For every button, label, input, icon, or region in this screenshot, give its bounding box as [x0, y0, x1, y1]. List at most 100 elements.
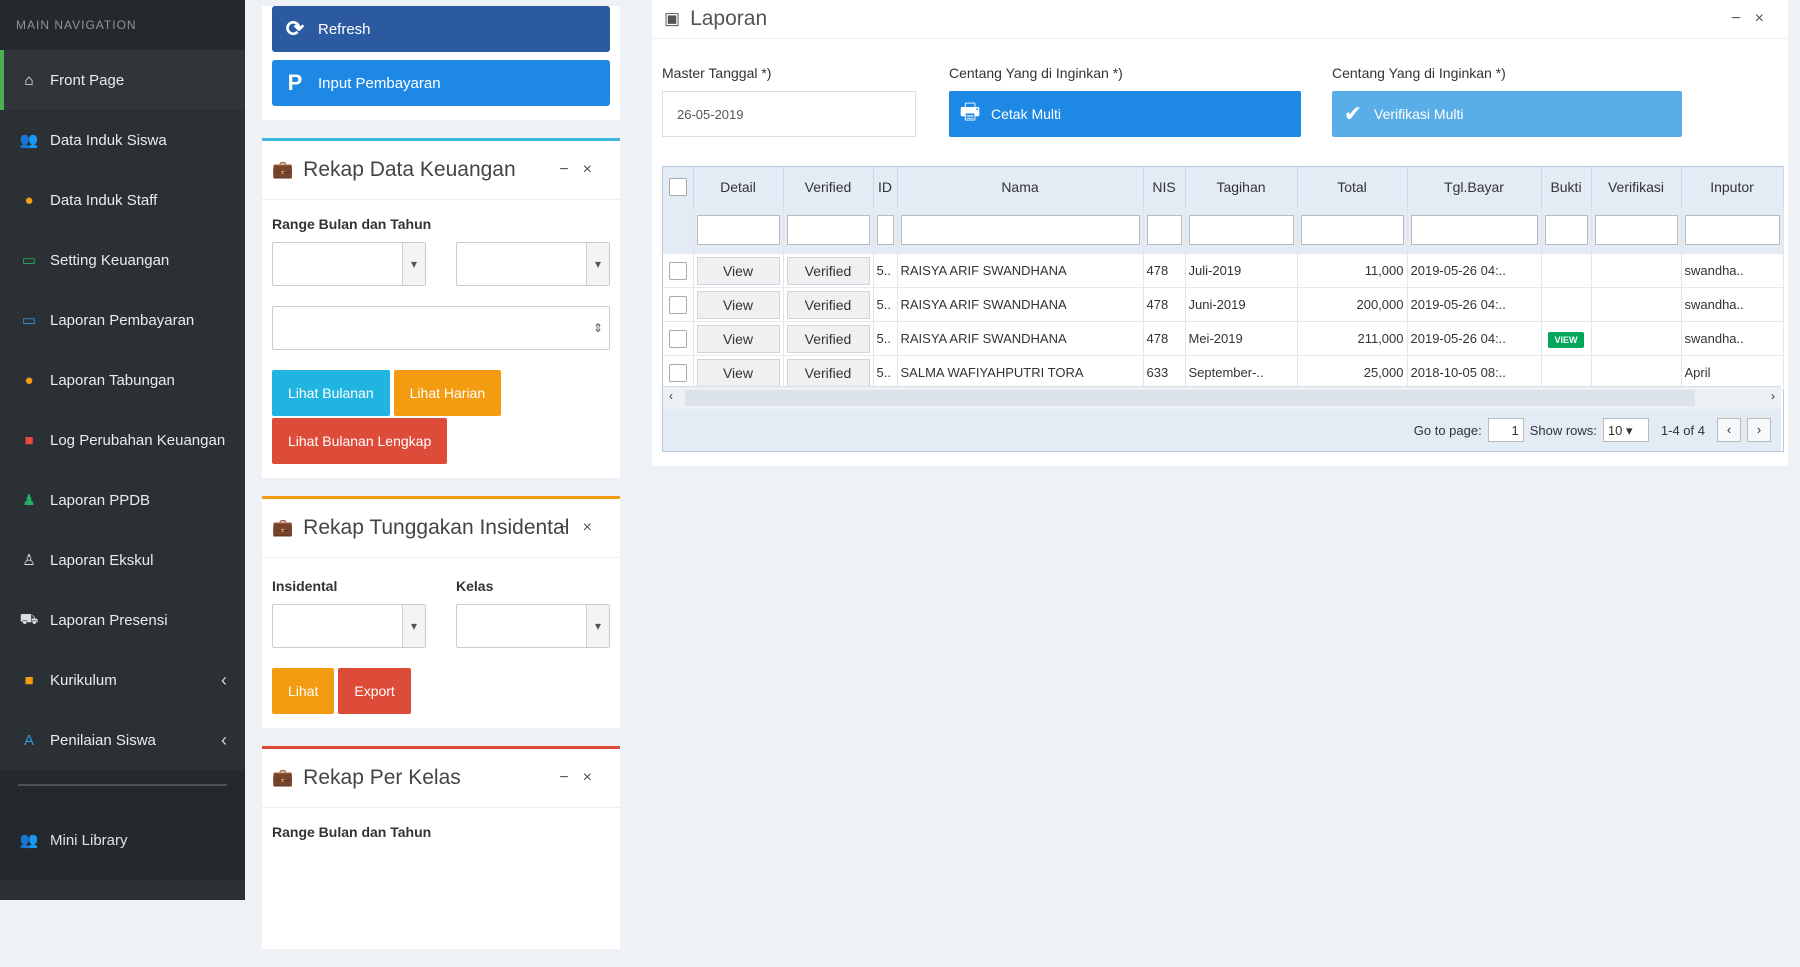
sidebar-item-data-induk-siswa[interactable]: 👥 Data Induk Siswa — [0, 110, 245, 170]
column-header-detail[interactable]: Detail — [693, 167, 784, 207]
show-rows-label: Show rows: — [1529, 422, 1597, 438]
sidebar-item-penilaian-siswa[interactable]: A Penilaian Siswa ‹ — [0, 710, 245, 770]
lihat-harian-button[interactable]: Lihat Harian — [393, 370, 502, 416]
column-header-nis[interactable]: NIS — [1143, 167, 1186, 207]
horizontal-scrollbar[interactable]: ‹ › — [663, 386, 1781, 409]
month-end-select[interactable]: ▾ — [456, 242, 610, 286]
panel-controls[interactable]: −× — [1731, 10, 1778, 28]
view-button[interactable]: View — [696, 358, 780, 387]
sidebar-item-mini-library[interactable]: 👥 Mini Library — [0, 800, 245, 880]
briefcase-icon: 💼 — [272, 768, 294, 787]
view-button[interactable]: View — [696, 290, 780, 319]
column-header-id[interactable]: ID — [873, 167, 898, 207]
cell-total: 211,000 — [1297, 321, 1408, 356]
filter-input-inputor[interactable] — [1684, 215, 1780, 245]
lihat-bulanan-lengkap-button[interactable]: Lihat Bulanan Lengkap — [272, 418, 448, 464]
sidebar-item-log-perubahan-keuangan[interactable]: ■ Log Perubahan Keuangan — [0, 410, 245, 470]
chevron-left-icon: ‹ — [221, 729, 227, 750]
view-button[interactable]: View — [696, 324, 780, 353]
lihat-bulanan-button[interactable]: Lihat Bulanan — [272, 370, 390, 416]
filter-input-nis[interactable] — [1146, 215, 1182, 245]
scroll-right-icon[interactable]: › — [1771, 389, 1775, 403]
filter-input-nama[interactable] — [900, 215, 1140, 245]
panel-controls[interactable]: −× — [559, 519, 606, 537]
refresh-icon: ⟳ — [285, 16, 305, 41]
table-row[interactable]: View Verified 5.. RAISYA ARIF SWANDHANA 478 J… — [663, 253, 1784, 288]
year-stepper[interactable]: ⇕ — [272, 306, 610, 350]
prev-page-button[interactable]: ‹ — [1717, 418, 1741, 442]
filter-input-detail[interactable] — [696, 215, 780, 245]
column-header-inputor[interactable]: Inputor — [1681, 167, 1784, 207]
sidebar-item-kurikulum[interactable]: ■ Kurikulum ‹ — [0, 650, 245, 710]
chevron-down-icon: ▾ — [586, 605, 609, 647]
column-header-tagihan[interactable]: Tagihan — [1185, 167, 1298, 207]
table-row[interactable]: View Verified 5.. RAISYA ARIF SWANDHANA 478 M… — [663, 321, 1784, 356]
bukti-view-badge[interactable]: VIEW — [1548, 332, 1584, 348]
row-select-cell — [663, 321, 694, 356]
sidebar-item-laporan-ppdb[interactable]: ♟ Laporan PPDB — [0, 470, 245, 530]
verified-button[interactable]: Verified — [786, 290, 870, 319]
sidebar-item-laporan-tabungan[interactable]: ● Laporan Tabungan — [0, 350, 245, 410]
sidebar-item-data-induk-staff[interactable]: ● Data Induk Staff — [0, 170, 245, 230]
sidebar-item-laporan-ekskul[interactable]: ♙ Laporan Ekskul — [0, 530, 245, 590]
panel-header: 💼 Rekap Per Kelas −× — [262, 749, 620, 808]
filter-input-tagihan[interactable] — [1188, 215, 1294, 245]
sidebar-item-setting-keuangan[interactable]: ▭ Setting Keuangan — [0, 230, 245, 290]
sidebar-item-label: Laporan Pembayaran — [50, 311, 195, 329]
view-button[interactable]: View — [696, 256, 780, 285]
export-button[interactable]: Export — [338, 668, 411, 714]
select-all-checkbox[interactable] — [668, 178, 687, 197]
column-header-verified[interactable]: Verified — [783, 167, 874, 207]
row-select-cell — [663, 287, 694, 322]
verified-button[interactable]: Verified — [786, 358, 870, 387]
panel-controls[interactable]: −× — [559, 161, 606, 179]
page-input[interactable]: 1 — [1487, 418, 1524, 442]
sidebar-item-laporan-pembayaran[interactable]: ▭ Laporan Pembayaran — [0, 290, 245, 350]
verifikasi-multi-button[interactable]: ✔ Verifikasi Multi — [1332, 91, 1682, 137]
sidebar-item-front-page[interactable]: ⌂ Front Page — [0, 50, 245, 110]
filter-input-verified[interactable] — [786, 215, 870, 245]
month-start-select[interactable]: ▾ — [272, 242, 426, 286]
row-checkbox[interactable] — [668, 261, 687, 280]
input-pembayaran-button[interactable]: P Input Pembayaran — [272, 60, 610, 106]
cetak-multi-button[interactable]: 🖶 Cetak Multi — [949, 91, 1301, 137]
row-checkbox[interactable] — [668, 295, 687, 314]
column-header-tgl-bayar[interactable]: Tgl.Bayar — [1407, 167, 1542, 207]
select-all-header[interactable] — [663, 167, 694, 207]
column-header-total[interactable]: Total — [1297, 167, 1408, 207]
sidebar-item-label: Kurikulum — [50, 671, 117, 689]
row-checkbox[interactable] — [668, 329, 687, 348]
sidebar-item-laporan-presensi[interactable]: ⛟ Laporan Presensi — [0, 590, 245, 650]
column-header-verifikasi[interactable]: Verifikasi — [1591, 167, 1682, 207]
filter-input-id[interactable] — [876, 215, 894, 245]
filter-input-total[interactable] — [1300, 215, 1404, 245]
rows-select[interactable]: 10 ▾ — [1602, 418, 1649, 442]
master-tanggal-input[interactable]: 26-05-2019 — [662, 91, 916, 137]
next-page-button[interactable]: › — [1747, 418, 1771, 442]
verified-button[interactable]: Verified — [786, 324, 870, 353]
panel-controls[interactable]: −× — [559, 769, 606, 787]
verified-button[interactable]: Verified — [786, 256, 870, 285]
rekap-tunggakan-panel: 💼 Rekap Tunggakan Insidental −× Insident… — [262, 496, 620, 728]
filter-input-tgl-bayar[interactable] — [1410, 215, 1538, 245]
sidebar-item-label: Laporan Ekskul — [50, 551, 154, 569]
insidental-select[interactable]: ▾ — [272, 604, 426, 648]
column-header-nama[interactable]: Nama — [897, 167, 1144, 207]
row-checkbox[interactable] — [668, 363, 687, 382]
sidebar-item-label: Laporan PPDB — [50, 491, 151, 509]
person-outline-icon: ♙ — [22, 552, 36, 569]
row-select-cell — [663, 253, 694, 288]
filter-input-bukti[interactable] — [1544, 215, 1588, 245]
filter-input-verifikasi[interactable] — [1594, 215, 1678, 245]
refresh-button[interactable]: ⟳ Refresh — [272, 6, 610, 52]
lihat-button[interactable]: Lihat — [272, 668, 335, 714]
briefcase-icon: ■ — [24, 671, 34, 689]
kelas-select[interactable]: ▾ — [456, 604, 610, 648]
scrollbar-thumb[interactable] — [685, 390, 1695, 406]
card-icon: ▭ — [21, 312, 37, 329]
table-row[interactable]: View Verified 5.. SALMA WAFIYAHPUTRI TORA 63… — [663, 355, 1784, 390]
column-header-bukti[interactable]: Bukti — [1541, 167, 1592, 207]
chevron-down-icon: ▾ — [586, 243, 609, 285]
table-row[interactable]: View Verified 5.. RAISYA ARIF SWANDHANA 478 J… — [663, 287, 1784, 322]
scroll-left-icon[interactable]: ‹ — [669, 389, 673, 403]
